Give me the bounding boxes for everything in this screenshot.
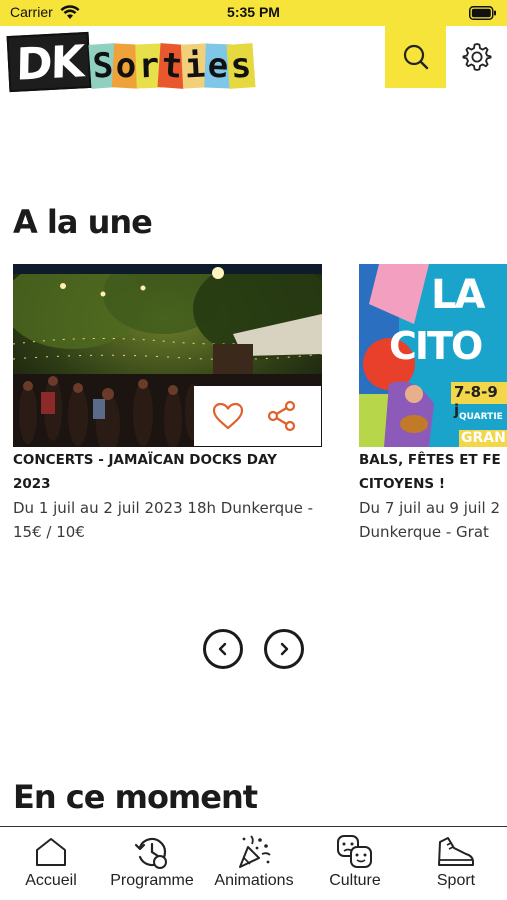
party-popper-icon (239, 835, 271, 868)
card-actions (194, 386, 321, 446)
poster-text: QUARTIE (459, 412, 503, 422)
card-desc-line: Du 7 juil au 9 juil 2 (359, 499, 501, 517)
card-desc-line: Dunkerque - Grat (359, 523, 489, 541)
card-title-line: BALS, FÊTES ET FE (359, 452, 501, 468)
chevron-right-icon (280, 642, 289, 656)
theater-masks-icon (337, 835, 372, 868)
logo-letter: s (226, 43, 256, 89)
event-poster-fetes[interactable]: LA CITO 7-8-9 j QUARTIE GRAN (359, 264, 507, 447)
search-icon (403, 44, 428, 70)
tab-label: Animations (214, 872, 294, 889)
tab-label: Accueil (25, 872, 77, 889)
tab-label: Culture (329, 872, 381, 889)
tab-sport[interactable]: Sport (418, 827, 494, 900)
card-description: Du 7 juil au 9 juil 2 Dunkerque - Grat (359, 496, 507, 544)
event-card[interactable]: LA CITO 7-8-9 j QUARTIE GRAN BALS, FÊTES… (359, 264, 507, 554)
logo-dk-text: DK (15, 36, 84, 91)
heart-icon[interactable] (212, 402, 244, 430)
battery-icon (469, 6, 496, 20)
tab-culture[interactable]: Culture (315, 827, 395, 900)
poster-text: GRAN (461, 430, 506, 446)
logo-dk-block: DK (6, 31, 92, 93)
poster-text: CITO (389, 324, 483, 368)
card-title[interactable]: CONCERTS - JAMAÏCAN DOCKS DAY 2023 (13, 448, 323, 496)
carousel-next-button[interactable] (264, 629, 304, 669)
clock-history-icon (134, 837, 167, 869)
carousel-prev-button[interactable] (203, 629, 243, 669)
card-desc-line: Du 1 juil au 2 juil 2023 18h Dunkerque - (13, 499, 314, 517)
chevron-left-icon (218, 642, 227, 656)
section-title-en-ce-moment: En ce moment (13, 778, 258, 816)
card-title-line: CITOYENS ! (359, 476, 446, 492)
dk-sorties-logo[interactable]: DK Sorties (6, 31, 256, 93)
search-button[interactable] (385, 26, 446, 88)
event-photo-concert[interactable] (13, 264, 322, 447)
sneaker-icon (438, 837, 474, 866)
settings-button[interactable] (446, 26, 507, 88)
tab-animations[interactable]: Animations (205, 827, 303, 900)
tab-label: Sport (436, 872, 476, 889)
status-time: 5:35 PM (227, 4, 280, 20)
card-title-line: 2023 (13, 476, 51, 492)
tab-programme[interactable]: Programme (102, 827, 202, 900)
card-description: Du 1 juil au 2 juil 2023 18h Dunkerque -… (13, 496, 323, 544)
tab-label: Programme (110, 872, 194, 889)
status-bar: Carrier 5:35 PM (0, 0, 507, 26)
home-icon (36, 838, 66, 866)
share-icon[interactable] (266, 400, 298, 432)
poster-text: LA (431, 272, 485, 318)
tab-accueil[interactable]: Accueil (10, 827, 92, 900)
card-desc-line: 15€ / 10€ (13, 523, 85, 541)
bottom-tab-bar: Accueil Programme Animations Culture Spo… (0, 826, 507, 900)
app-header: DK Sorties (0, 26, 507, 93)
gear-icon (462, 43, 491, 71)
card-title-line: CONCERTS - JAMAÏCAN DOCKS DAY (13, 452, 277, 468)
card-title[interactable]: BALS, FÊTES ET FE CITOYENS ! (359, 448, 507, 496)
section-title-a-la-une: A la une (13, 203, 153, 241)
